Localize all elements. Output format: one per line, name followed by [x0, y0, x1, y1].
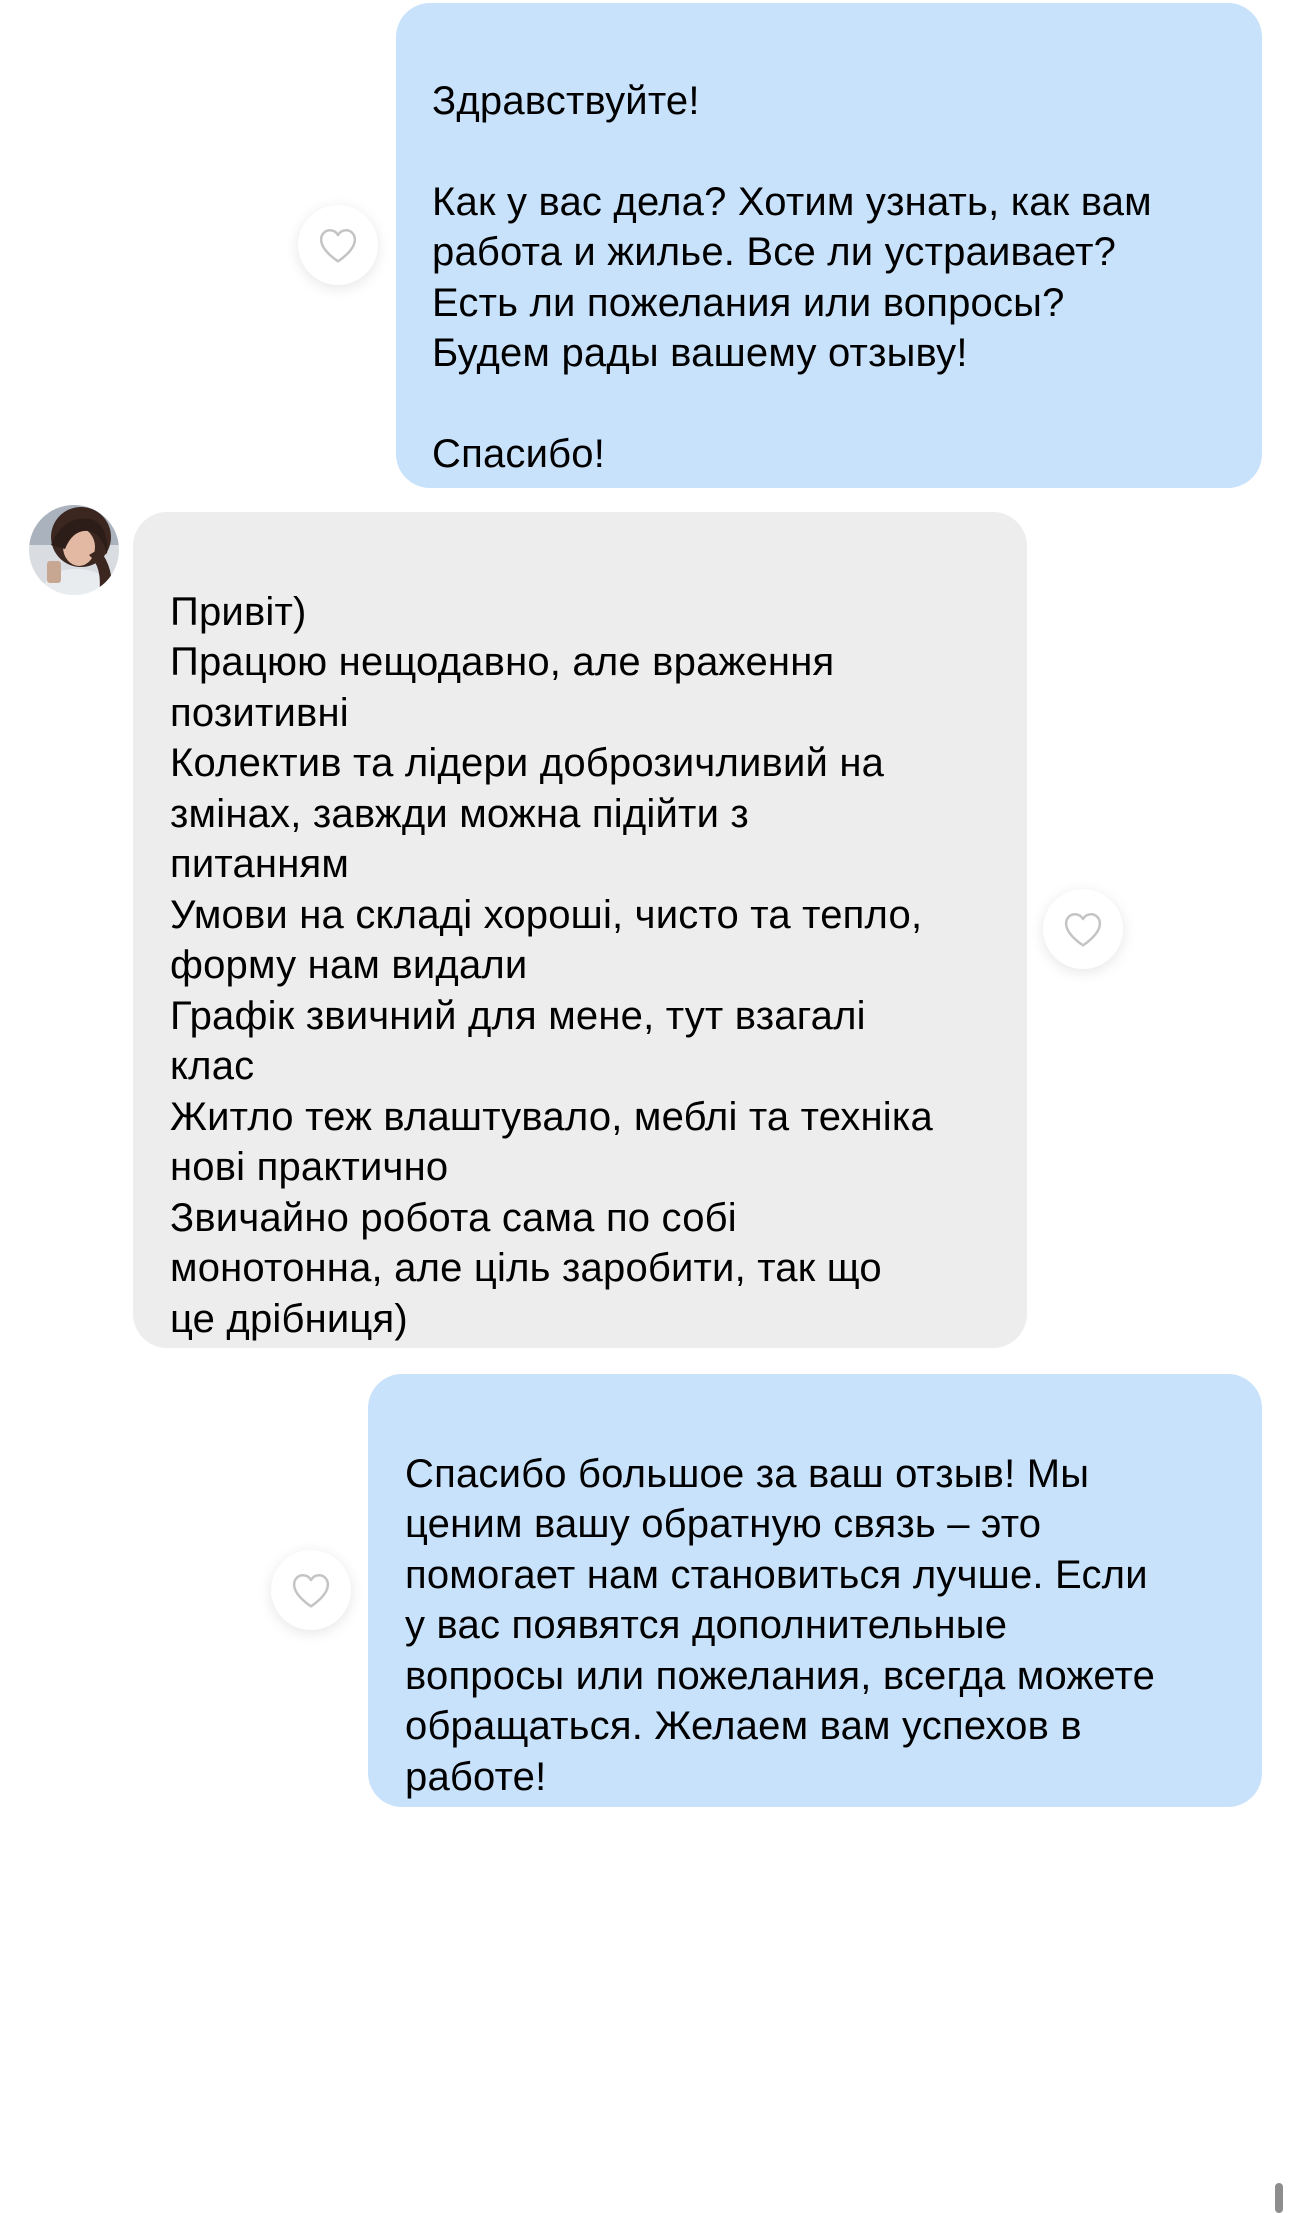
message-bubble-outgoing[interactable]: Спасибо большое за ваш отзыв! Мы ценим в…	[368, 1374, 1262, 1807]
heart-outline-icon	[1064, 912, 1102, 947]
heart-outline-icon	[292, 1573, 330, 1608]
message-bubble-incoming[interactable]: Привіт) Працюю нещодавно, але враження п…	[133, 512, 1027, 1348]
like-button[interactable]	[1043, 889, 1123, 969]
avatar-image	[29, 505, 119, 595]
like-button[interactable]	[298, 205, 378, 285]
message-text: Привіт) Працюю нещодавно, але враження п…	[170, 589, 933, 1341]
message-text: Здравствуйте! Как у вас дела? Хотим узна…	[432, 78, 1152, 477]
scrollbar-thumb[interactable]	[1275, 2183, 1283, 2213]
message-bubble-outgoing[interactable]: Здравствуйте! Как у вас дела? Хотим узна…	[396, 3, 1262, 488]
message-text: Спасибо большое за ваш отзыв! Мы ценим в…	[405, 1451, 1156, 1799]
chat-message-list: Здравствуйте! Как у вас дела? Хотим узна…	[0, 0, 1290, 2213]
like-button[interactable]	[271, 1550, 351, 1630]
user-avatar[interactable]	[29, 505, 119, 595]
heart-outline-icon	[319, 228, 357, 263]
